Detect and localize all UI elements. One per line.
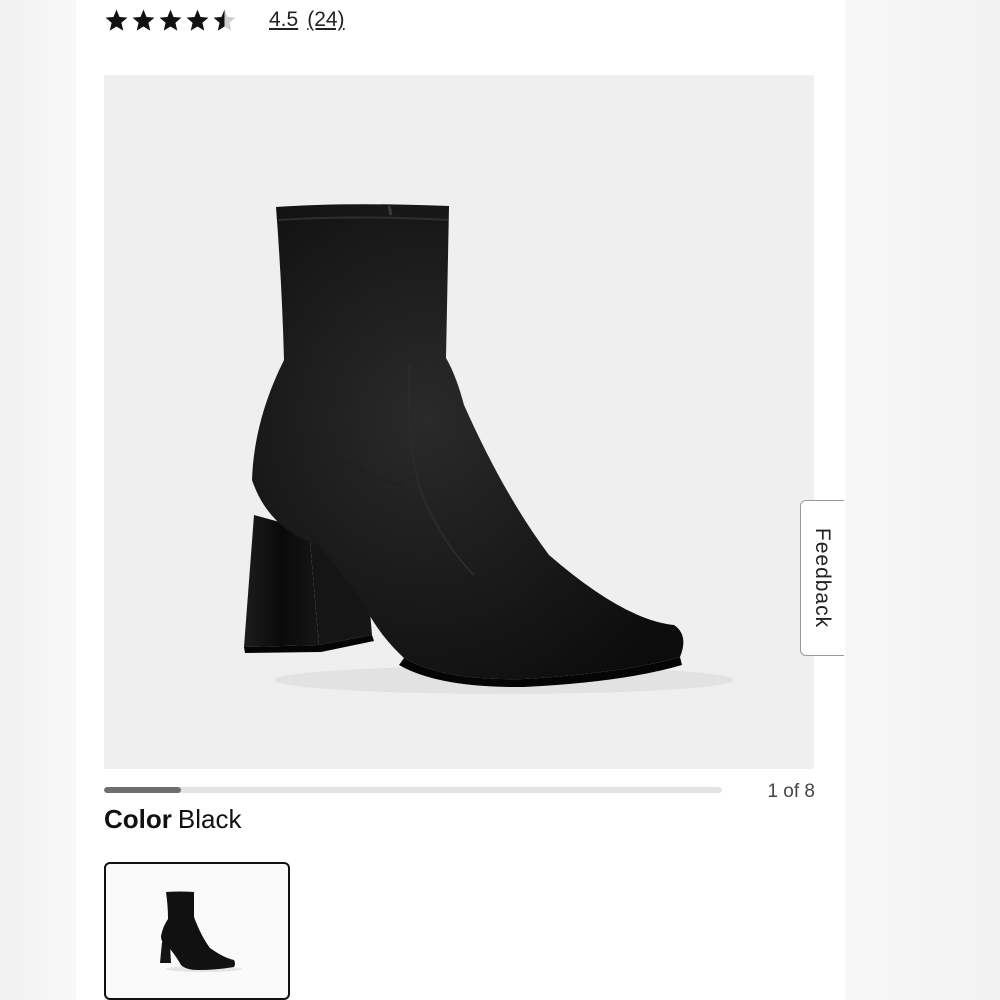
star-icon: [105, 9, 128, 31]
right-margin: [845, 0, 1000, 1000]
star-rating: [104, 8, 239, 33]
boot-thumbnail: [160, 891, 242, 972]
product-page: 4.5 (24) Feedback 1 of 8 Color Black: [76, 0, 845, 1000]
rating-row[interactable]: 4.5 (24): [104, 4, 345, 36]
star-icon: [159, 9, 182, 31]
product-image-gallery[interactable]: [104, 75, 814, 769]
color-selection: Color Black: [104, 804, 241, 835]
rating-value[interactable]: 4.5: [269, 8, 298, 32]
gallery-progress-fill: [104, 787, 182, 793]
feedback-tab[interactable]: Feedback: [800, 500, 844, 656]
left-margin: [0, 0, 76, 1000]
gallery-progress-bar: [104, 787, 722, 793]
color-label: Color: [104, 804, 172, 834]
review-count-link[interactable]: (24): [307, 8, 344, 32]
star-icon: [213, 9, 236, 31]
feedback-label: Feedback: [811, 527, 835, 629]
gallery-counter: 1 of 8: [767, 781, 815, 802]
color-swatch-black[interactable]: [104, 862, 290, 1000]
star-icon: [132, 9, 155, 31]
color-value: Black: [177, 804, 242, 834]
star-icon: [186, 9, 209, 31]
boot-image: [244, 204, 734, 694]
